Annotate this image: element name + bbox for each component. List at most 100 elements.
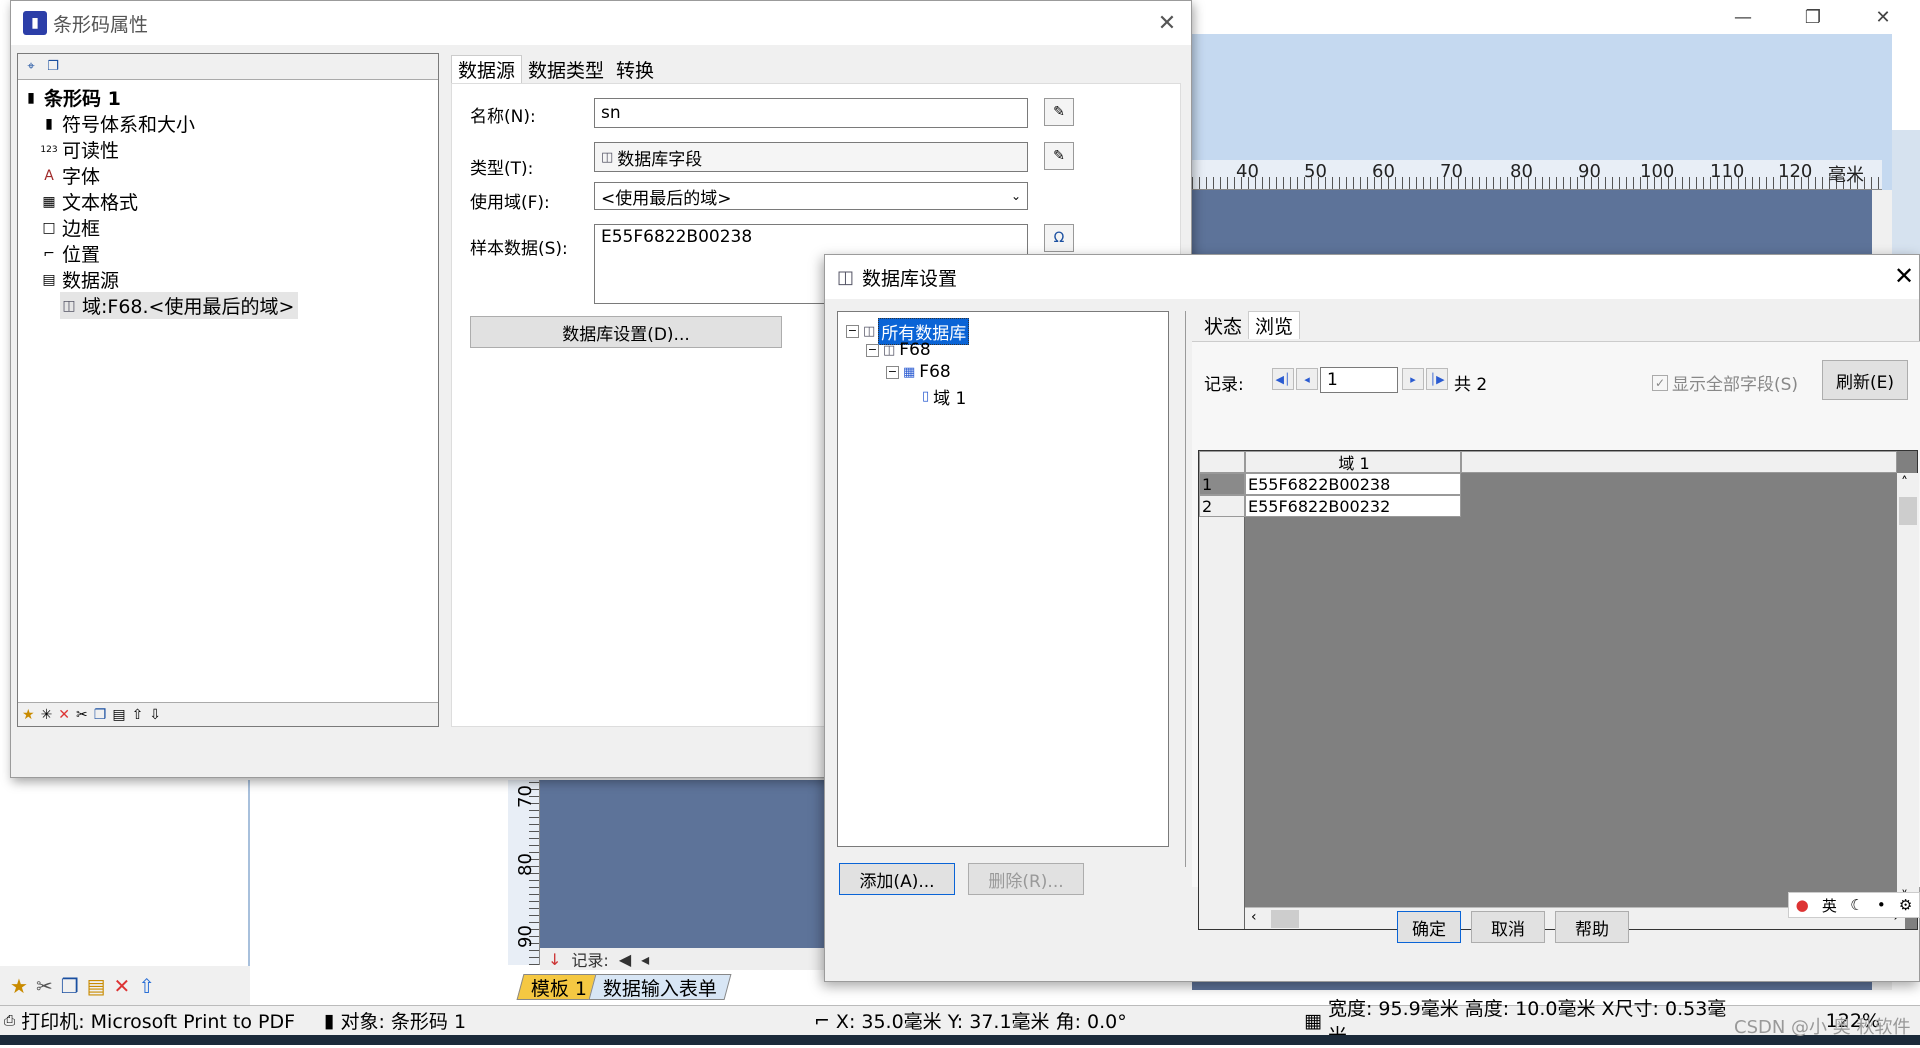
minimize-button[interactable]: — [1720,2,1766,32]
tree-bottom-toolbar: ★ ✳ ✕ ✂ ❐ ▤ ⇧ ⇩ [18,702,438,726]
ruler-label: 70 [514,785,536,808]
scroll-thumb[interactable] [1271,910,1299,928]
close-icon[interactable]: ✕ [1889,261,1919,291]
tree-node-database[interactable]: − ◫ F68 [866,340,931,360]
tree-item-text-format[interactable]: ▦ 文本格式 [40,188,138,215]
chevron-left-icon[interactable]: ‹ [1251,909,1257,925]
cut-icon[interactable]: ✂ [36,974,53,998]
record-number-input[interactable]: 1 [1320,367,1398,393]
move-down-icon[interactable]: ⇩ [149,707,161,723]
gear-icon[interactable]: ⚙ [1899,896,1912,914]
delete-icon[interactable]: ✕ [58,707,70,723]
cut-icon[interactable]: ✂ [76,707,88,723]
type-edit-button[interactable]: ✎ [1044,142,1074,170]
name-edit-button[interactable]: ✎ [1044,98,1074,126]
taskbar [0,1035,1920,1045]
border-icon: □ [42,219,56,236]
paw-icon[interactable]: ● [1796,896,1809,914]
tree-item-symbology[interactable]: ▮ 符号体系和大小 [40,110,195,137]
tree-item-datasource[interactable]: ▤ 数据源 [40,266,119,293]
help-button[interactable]: 帮助 [1555,911,1629,943]
data-grid[interactable]: 域 1 1 E55F6822B00238 2 E55F6822B00232 ˄ … [1198,450,1919,930]
ime-language[interactable]: 英 [1822,895,1837,916]
ruler-label: 120 [1778,161,1813,182]
db-settings-button[interactable]: 数据库设置(D)... [470,316,782,348]
delete-button[interactable]: 删除(R)... [968,863,1084,895]
dialog-titlebar: ▮ 条形码属性 [11,1,1191,45]
type-field[interactable]: ◫ 数据库字段 [594,142,1028,172]
omega-button[interactable]: Ω [1044,224,1074,252]
tree-item-readability[interactable]: 123 可读性 [40,136,119,163]
tab-status[interactable]: 状态 [1198,311,1248,339]
row-header-column [1199,451,1245,929]
expand-icon[interactable]: ⌖ [22,59,40,75]
grid-cell[interactable]: E55F6822B00232 [1245,495,1461,517]
table-icon: ▦ [903,364,916,380]
tab-data-entry-form[interactable]: 数据输入表单 [588,974,732,1000]
databases-icon: ◫ [863,324,876,339]
add-button[interactable]: 添加(A)... [839,863,955,895]
wand-icon[interactable]: ✳ [41,707,53,723]
close-icon[interactable]: ✕ [1153,9,1181,37]
cancel-button[interactable]: 取消 [1471,911,1545,943]
tab-browse[interactable]: 浏览 [1248,311,1301,339]
move-up-icon[interactable]: ⇧ [132,707,144,723]
chevron-up-icon[interactable]: ˄ [1901,475,1908,491]
last-record-icon[interactable]: │▶ [1426,368,1448,390]
prev-record-icon[interactable]: ◂ [1296,368,1318,390]
domain-select[interactable]: <使用最后的域> ⌄ [594,182,1028,210]
move-up-icon[interactable]: ⇧ [138,974,155,998]
omega-icon: Ω [1053,230,1065,246]
database-icon: ◫ [837,266,855,288]
tree-node-table[interactable]: − ▦ F68 [886,362,951,382]
tree-item-domain[interactable]: ◫ 域:F68.<使用最后的域> [60,292,299,319]
ime-toolbar: ● 英 ☾ • ⚙ [1788,892,1920,918]
grid-corner [1199,451,1245,473]
database-icon: ◫ [883,342,896,358]
new-icon[interactable]: ★ [22,707,35,723]
collapse-icon[interactable]: − [846,325,859,338]
copy-icon[interactable]: ❐ [61,974,79,998]
refresh-button[interactable]: 刷新(E) [1822,360,1908,400]
ok-button[interactable]: 确定 [1397,911,1461,943]
tree-item-border[interactable]: □ 边框 [40,214,100,241]
close-app-button[interactable]: ✕ [1860,2,1906,32]
punctuation-icon[interactable]: • [1877,896,1886,914]
tree-item-font[interactable]: A 字体 [40,162,100,189]
text-format-icon: ▦ [42,193,56,210]
chevron-down-icon: ⌄ [1010,189,1021,203]
grid-vertical-scrollbar[interactable]: ˄ ˅ [1897,473,1919,907]
copy-icon[interactable]: ❐ [94,707,107,723]
tree-item-barcode[interactable]: ▮ 条形码 1 [22,84,121,111]
side-dock-strip[interactable] [1892,130,1920,260]
grid-cell[interactable]: E55F6822B00238 [1245,473,1461,495]
new-icon[interactable]: ★ [10,974,28,998]
restore-button[interactable]: ❐ [1790,2,1836,32]
tab-datasource[interactable]: 数据源 [451,55,523,83]
name-field[interactable]: sn [594,98,1028,128]
paste-icon[interactable]: ▤ [112,707,125,723]
paste-icon[interactable]: ▤ [87,974,106,998]
tree-item-position[interactable]: ⌐ 位置 [40,240,100,267]
position-icon: ⌐ [814,1009,830,1032]
tab-datatype[interactable]: 数据类型 [522,55,610,83]
pin-icon[interactable]: ↓ [548,950,561,969]
delete-icon[interactable]: ✕ [114,974,131,998]
row-number[interactable]: 1 [1199,473,1245,495]
collapse-icon[interactable]: ❐ [44,59,62,75]
tree-node-field[interactable]: ▯ 域 1 [922,384,966,409]
row-number[interactable]: 2 [1199,495,1245,517]
ruler-label: 60 [1372,161,1395,182]
scroll-thumb[interactable] [1899,497,1917,525]
first-record-icon[interactable]: ◀ [619,950,631,969]
collapse-icon[interactable]: − [866,343,879,357]
column-header[interactable]: 域 1 [1245,451,1461,473]
prev-record-icon[interactable]: ◂ [641,950,649,969]
next-record-icon[interactable]: ▸ [1402,368,1424,390]
tab-transform[interactable]: 转换 [610,55,660,83]
first-record-icon[interactable]: ◀│ [1272,368,1294,390]
design-surface-left[interactable] [540,780,830,950]
collapse-icon[interactable]: − [886,365,899,379]
show-all-fields-checkbox[interactable]: ✓ 显示全部字段(S) [1652,370,1798,395]
moon-icon[interactable]: ☾ [1850,896,1863,914]
